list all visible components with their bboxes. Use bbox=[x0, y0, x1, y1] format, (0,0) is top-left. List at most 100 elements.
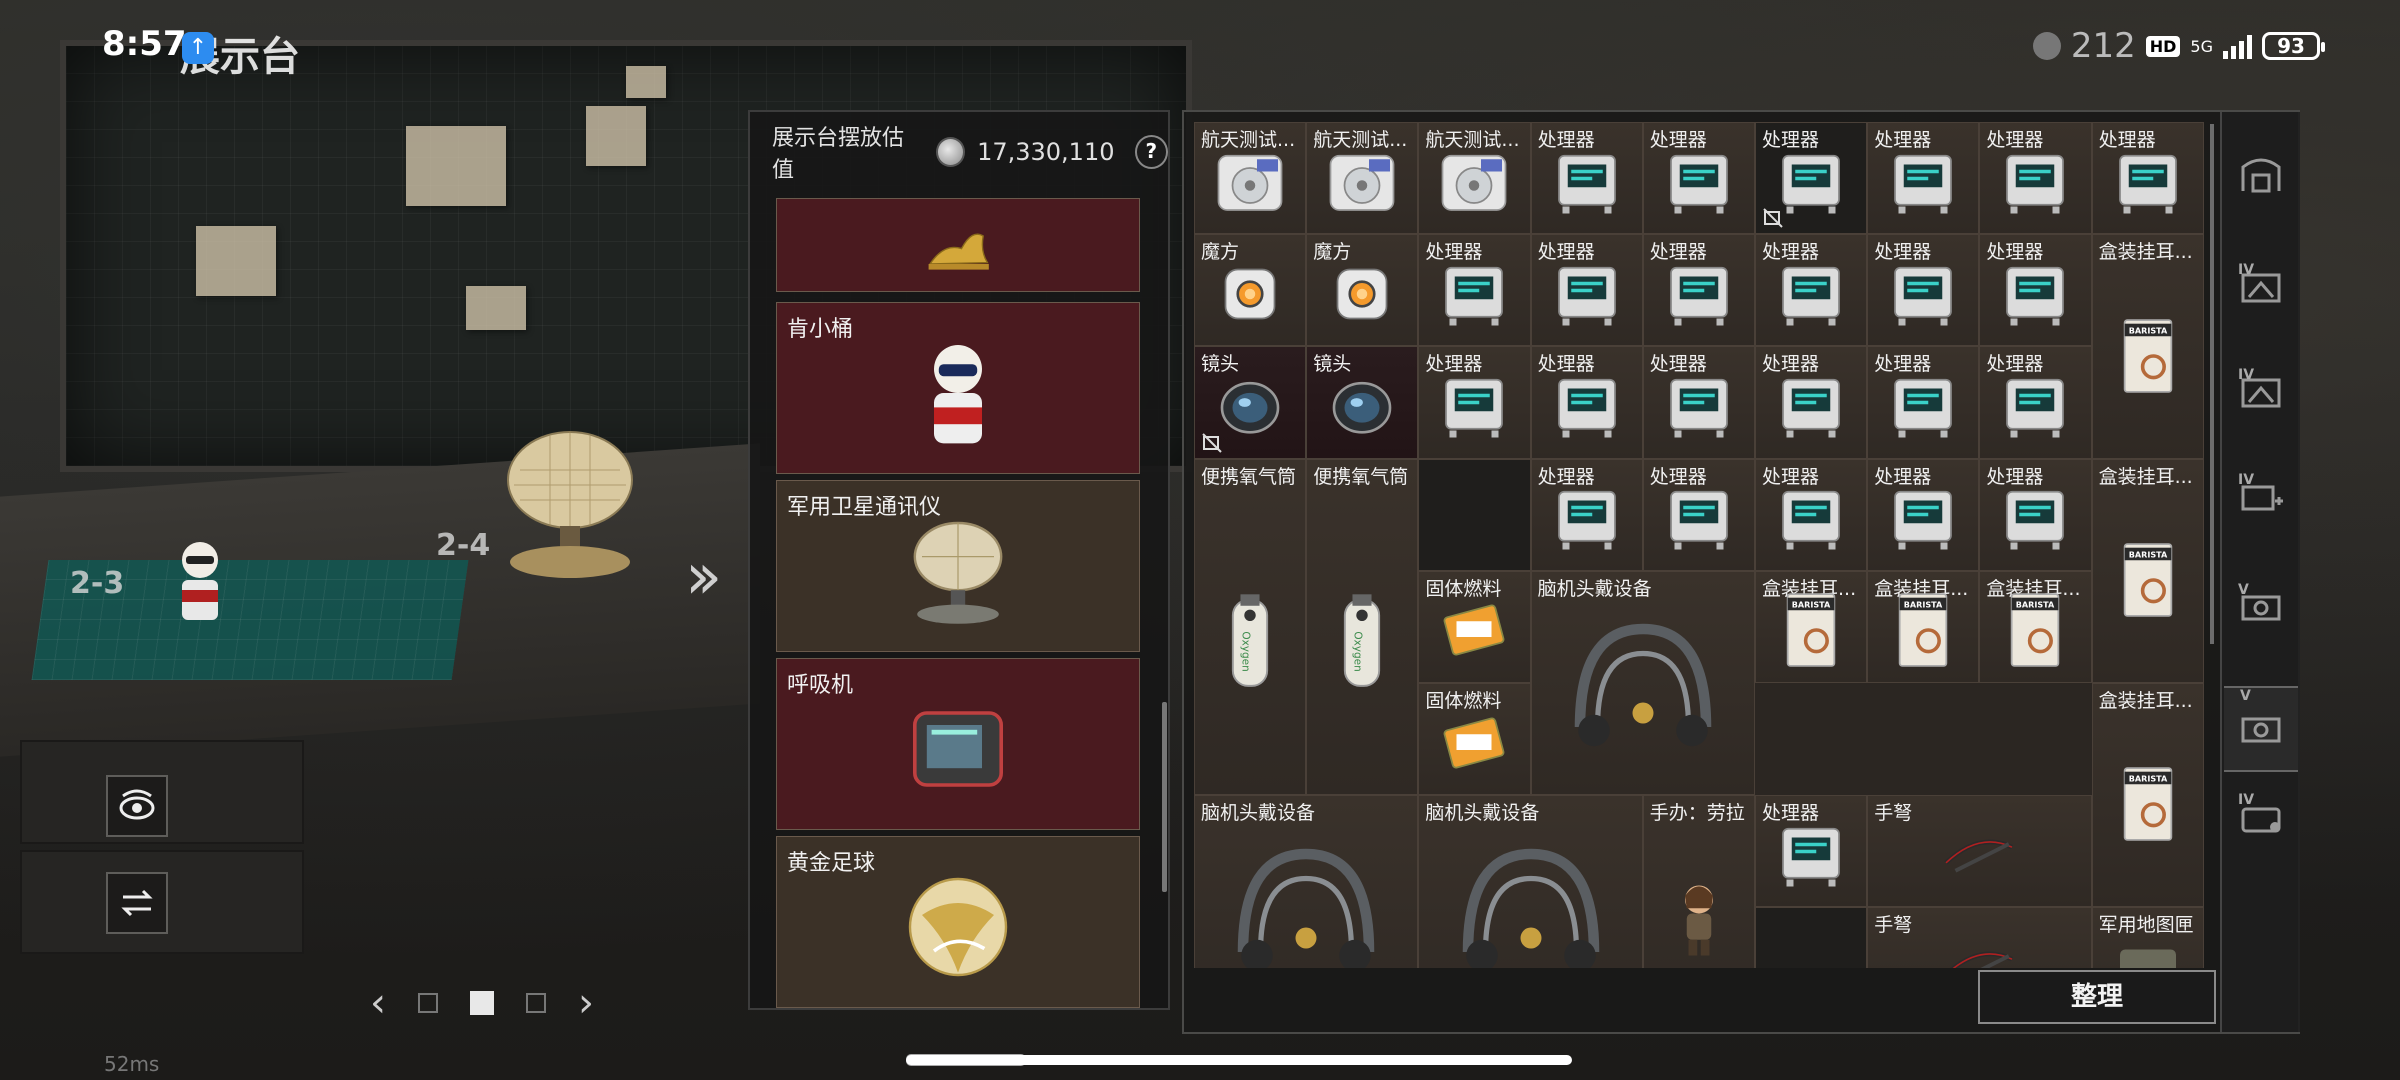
inventory-item[interactable]: 处理器 bbox=[1642, 346, 1755, 459]
display-item-card[interactable]: 呼吸机 bbox=[776, 658, 1140, 830]
inventory-item-name: 便携氧气筒 bbox=[1313, 465, 1409, 488]
display-item-name: 黄金足球 bbox=[787, 851, 876, 876]
inventory-item[interactable]: 便携氧气筒 Oxygen bbox=[1194, 458, 1307, 796]
inventory-item[interactable]: 盒装挂耳... BARISTA bbox=[2091, 683, 2204, 908]
inventory-item[interactable]: 魔方 bbox=[1306, 234, 1419, 347]
inventory-item[interactable]: 魔方 bbox=[1194, 234, 1307, 347]
hd-badge: HD bbox=[2145, 35, 2181, 57]
category-tier-label: IV bbox=[2238, 367, 2255, 383]
category-tab[interactable]: V bbox=[2236, 582, 2286, 632]
inventory-item[interactable]: 处理器 bbox=[1418, 234, 1531, 347]
inventory-item[interactable]: 处理器 bbox=[1867, 458, 1980, 571]
display-item-card[interactable]: 肯小桶 bbox=[776, 302, 1140, 474]
board-note bbox=[196, 226, 276, 296]
inventory-item[interactable]: 处理器 bbox=[1530, 346, 1643, 459]
inventory-item[interactable]: 处理器 bbox=[1755, 458, 1868, 571]
inventory-item[interactable]: 处理器 bbox=[1530, 234, 1643, 347]
help-button[interactable]: ? bbox=[1134, 135, 1169, 169]
category-tab[interactable]: V bbox=[2224, 686, 2298, 772]
coffee-box-icon: BARISTA bbox=[2103, 535, 2193, 629]
category-tab[interactable]: IV bbox=[2236, 472, 2286, 522]
inventory-item[interactable]: 盒装挂耳... BARISTA bbox=[1867, 570, 1980, 683]
inventory-item[interactable]: 处理器 bbox=[1867, 346, 1980, 459]
inventory-item[interactable]: 脑机头戴设备 bbox=[1530, 570, 1755, 796]
ping-text: 212 bbox=[2070, 26, 2136, 66]
display-item-card[interactable]: 军用卫星通讯仪 bbox=[776, 480, 1140, 652]
inventory-item[interactable]: 固体燃料 bbox=[1418, 570, 1531, 683]
headset-icon bbox=[1443, 829, 1618, 968]
inventory-item[interactable]: 航天测试... bbox=[1194, 122, 1307, 235]
inventory-item[interactable]: 航天测试... bbox=[1306, 122, 1419, 235]
category-tier-label: V bbox=[2238, 582, 2249, 598]
no-display-icon bbox=[1201, 432, 1223, 454]
inventory-item[interactable]: 处理器 bbox=[1642, 458, 1755, 571]
display-item-card[interactable]: 黄金足球 bbox=[776, 836, 1140, 1008]
processor-icon bbox=[1655, 138, 1743, 230]
empty-slot[interactable] bbox=[1418, 458, 1531, 571]
inventory-item[interactable]: 脑机头戴设备 bbox=[1194, 795, 1419, 968]
category-tab[interactable]: IV bbox=[2236, 792, 2286, 842]
inventory-item[interactable]: 处理器 bbox=[1642, 122, 1755, 235]
processor-icon bbox=[1543, 362, 1631, 454]
kfc-figurine-icon[interactable] bbox=[160, 530, 240, 630]
inventory-item[interactable]: 脑机头戴设备 bbox=[1418, 795, 1643, 968]
lara-figure-icon bbox=[1655, 873, 1743, 965]
page-dot[interactable] bbox=[418, 993, 438, 1013]
inventory-item[interactable]: 盒装挂耳... BARISTA bbox=[1979, 570, 2092, 683]
toggle-view-button[interactable] bbox=[106, 775, 168, 837]
inventory-item[interactable]: 处理器 bbox=[1867, 234, 1980, 347]
prev-page-button[interactable]: ‹ bbox=[370, 980, 386, 1026]
processor-icon bbox=[1992, 362, 2080, 454]
inventory-item[interactable]: 处理器 bbox=[1979, 122, 2092, 235]
swap-button[interactable] bbox=[106, 872, 168, 934]
signal-icon bbox=[2223, 33, 2252, 59]
inventory-item[interactable]: 处理器 bbox=[2091, 122, 2204, 235]
inventory-item[interactable]: 处理器 bbox=[1755, 234, 1868, 347]
processor-icon bbox=[1880, 250, 1968, 342]
inventory-item[interactable]: 处理器 bbox=[1418, 346, 1531, 459]
svg-text:BARISTA: BARISTA bbox=[1792, 601, 1831, 610]
sort-button[interactable]: 整理 bbox=[1978, 970, 2216, 1024]
inventory-item[interactable]: 处理器 bbox=[1755, 346, 1868, 459]
inventory-item[interactable]: 盒装挂耳... BARISTA bbox=[2091, 458, 2204, 683]
category-tab[interactable] bbox=[2236, 152, 2286, 202]
expand-arrow-icon[interactable]: ›› bbox=[685, 540, 722, 614]
inventory-item[interactable]: 镜头 bbox=[1194, 346, 1307, 459]
inventory-item[interactable]: 处理器 bbox=[1979, 346, 2092, 459]
inventory-item[interactable]: 航天测试... bbox=[1418, 122, 1531, 235]
inventory-item[interactable]: 手弩 bbox=[1867, 795, 2092, 908]
panel-scrollbar[interactable] bbox=[1162, 702, 1167, 892]
empty-slot[interactable] bbox=[1755, 907, 1868, 968]
page-dot[interactable] bbox=[526, 993, 546, 1013]
satellite-dish-figurine-icon[interactable] bbox=[500, 430, 650, 590]
page-dot-active[interactable] bbox=[470, 991, 494, 1015]
inventory-item[interactable]: 镜头 bbox=[1306, 346, 1419, 459]
inventory-item[interactable]: 军用地图匣 bbox=[2091, 907, 2204, 968]
inventory-scrollbar[interactable] bbox=[2210, 124, 2214, 644]
inventory-item[interactable]: 处理器 bbox=[1642, 234, 1755, 347]
category-tab[interactable]: IV bbox=[2236, 262, 2286, 312]
inventory-item[interactable]: 手办：劳拉 bbox=[1642, 795, 1755, 968]
inventory-item[interactable]: 盒装挂耳... BARISTA bbox=[1755, 570, 1868, 683]
golden-football-icon bbox=[898, 867, 1018, 991]
inventory-item[interactable]: 处理器 bbox=[1755, 122, 1868, 235]
inventory-item[interactable]: 手弩 bbox=[1867, 907, 2092, 968]
home-indicator[interactable] bbox=[906, 1055, 1572, 1065]
panel-header: 展示台摆放估值 17,330,110 ? bbox=[750, 112, 1169, 192]
inventory-item[interactable]: 处理器 bbox=[1867, 122, 1980, 235]
category-tab[interactable]: IV bbox=[2236, 367, 2286, 417]
inventory-item[interactable]: 处理器 bbox=[1979, 458, 2092, 571]
inventory-item[interactable]: 处理器 bbox=[1530, 122, 1643, 235]
inventory-panel: 航天测试... 航天测试... 航天测试... 处理器 处理器 处理器 处理器 处理器 处理器魔… bbox=[1182, 110, 2300, 1034]
next-page-button[interactable]: › bbox=[578, 980, 594, 1026]
display-item-card[interactable] bbox=[776, 198, 1140, 292]
inventory-item[interactable]: 便携氧气筒 Oxygen bbox=[1306, 458, 1419, 796]
kfc-colonel-figure-icon bbox=[898, 333, 1018, 457]
inventory-item[interactable]: 处理器 bbox=[1755, 795, 1868, 908]
inventory-item[interactable]: 固体燃料 bbox=[1418, 683, 1531, 796]
coffee-box-icon: BARISTA bbox=[1991, 586, 2081, 680]
inventory-item[interactable]: 盒装挂耳... BARISTA bbox=[2091, 234, 2204, 459]
oxygen-tank-icon: Oxygen bbox=[1315, 499, 1410, 789]
inventory-item[interactable]: 处理器 bbox=[1530, 458, 1643, 571]
inventory-item[interactable]: 处理器 bbox=[1979, 234, 2092, 347]
